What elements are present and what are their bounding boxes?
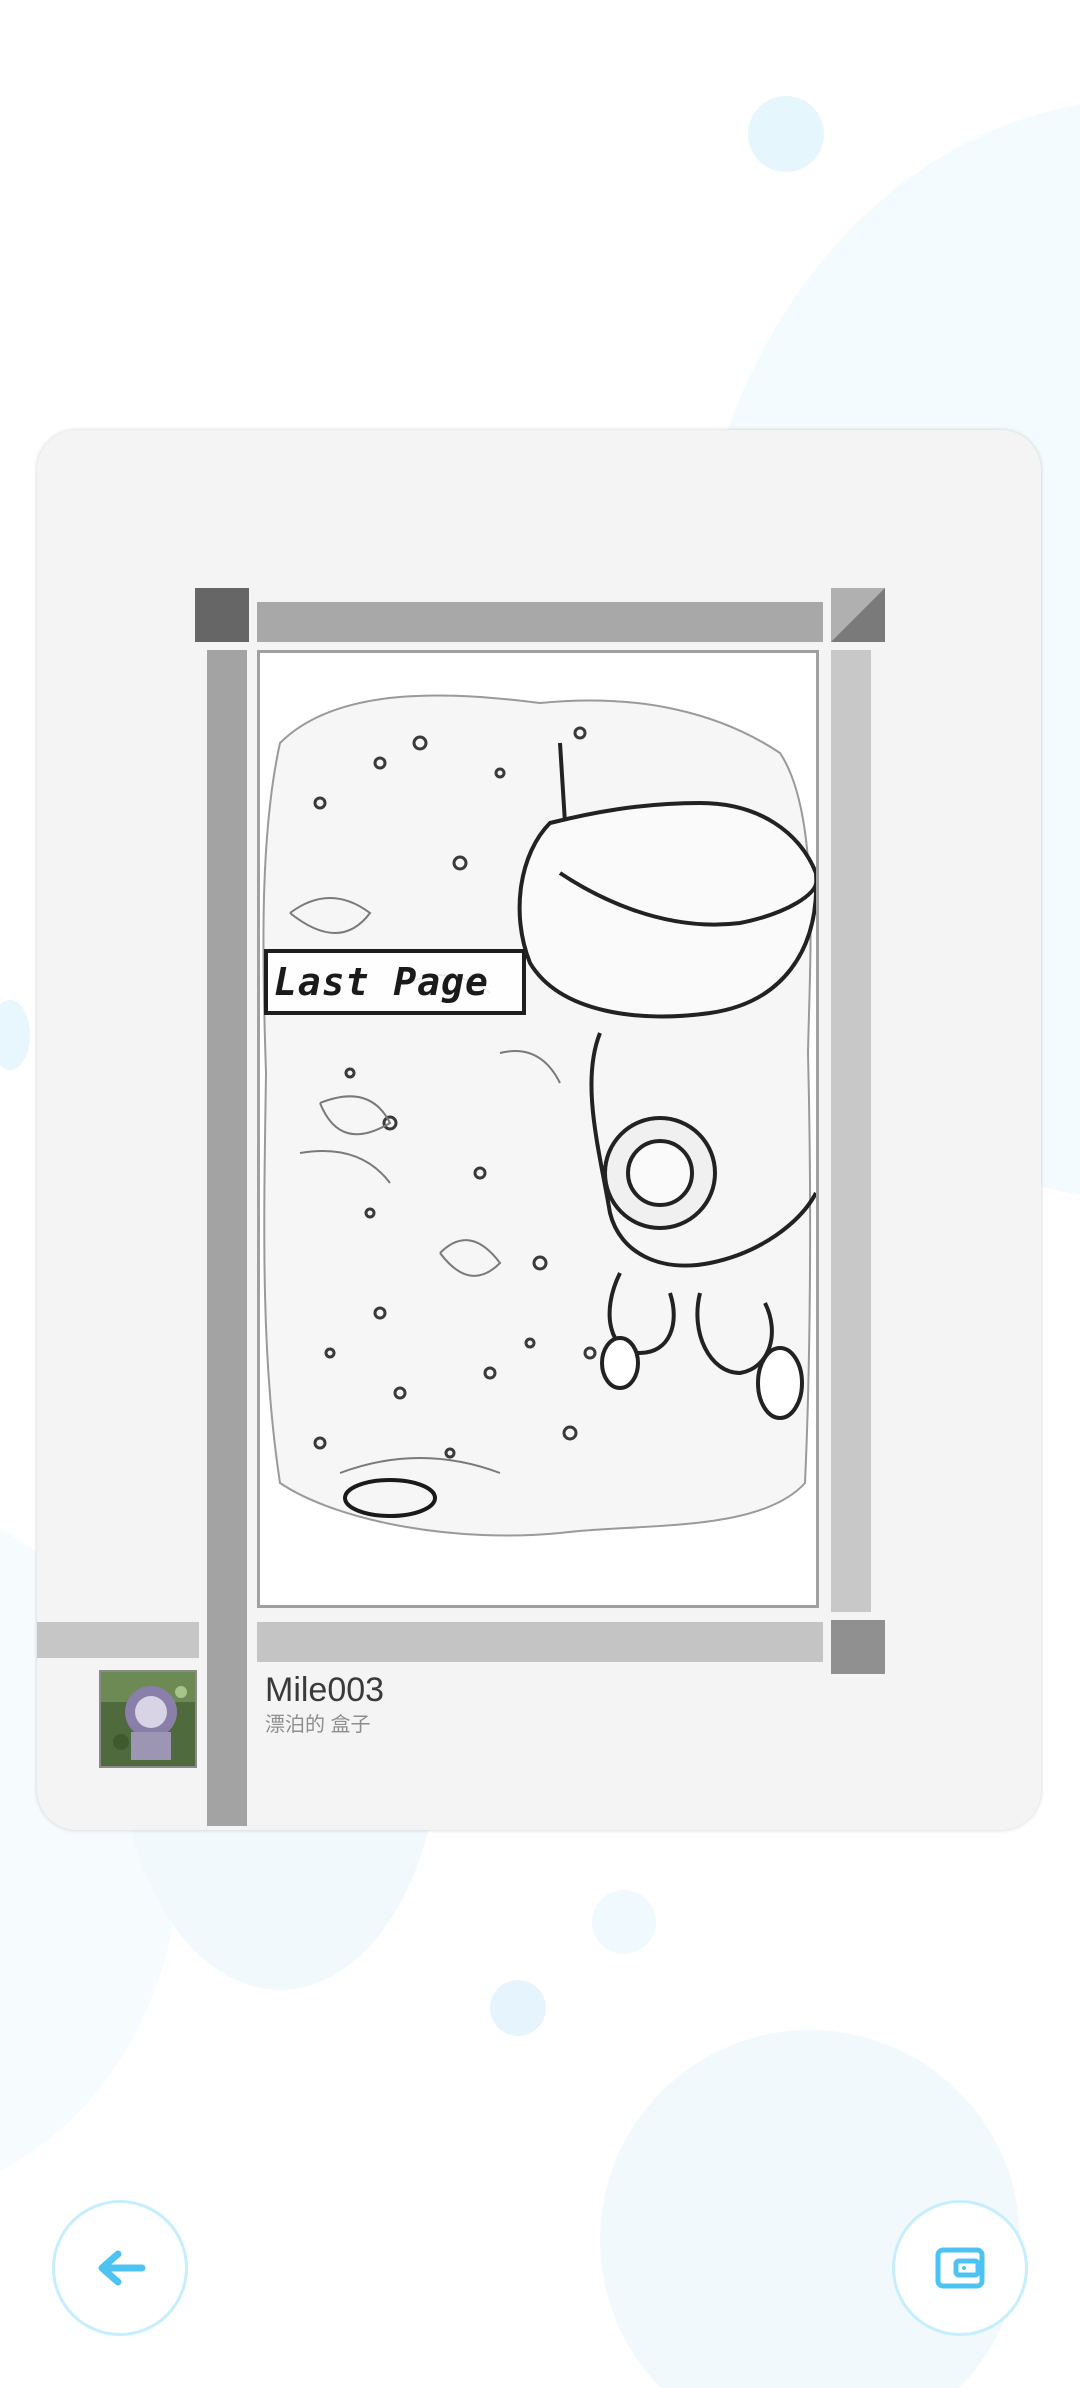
author-avatar[interactable]	[99, 1670, 197, 1768]
frame-corner-top-left	[195, 588, 249, 642]
frame-left-bar	[207, 650, 247, 1826]
arrow-left-icon	[98, 2250, 146, 2286]
back-button[interactable]	[52, 2200, 188, 2336]
frame-right-bar	[831, 650, 871, 1612]
frame-corner-bottom-right	[831, 1620, 885, 1674]
frame-bottom-bar	[257, 1622, 823, 1662]
screen: Last Page Mile003 漂泊的 盒子	[0, 0, 1080, 2388]
book-card[interactable]: Last Page Mile003 漂泊的 盒子	[37, 430, 1041, 1830]
wallet-icon	[935, 2247, 985, 2289]
background-bubble	[490, 1980, 546, 2036]
background-bubble	[0, 1000, 30, 1070]
background-bubble	[748, 96, 824, 172]
avatar-image	[101, 1672, 195, 1766]
book-title: Mile003	[265, 1671, 385, 1709]
frame-corner-top-right	[831, 588, 885, 642]
cover-sketch-illustration	[262, 694, 816, 1537]
cover-image[interactable]: Last Page	[257, 650, 819, 1608]
last-page-label: Last Page	[264, 949, 526, 1015]
book-subtitle: 漂泊的 盒子	[265, 1714, 371, 1736]
background-bubble	[592, 1890, 656, 1954]
frame-top-bar	[257, 602, 823, 642]
frame-bottom-left-bar	[37, 1622, 199, 1658]
wallet-button[interactable]	[892, 2200, 1028, 2336]
